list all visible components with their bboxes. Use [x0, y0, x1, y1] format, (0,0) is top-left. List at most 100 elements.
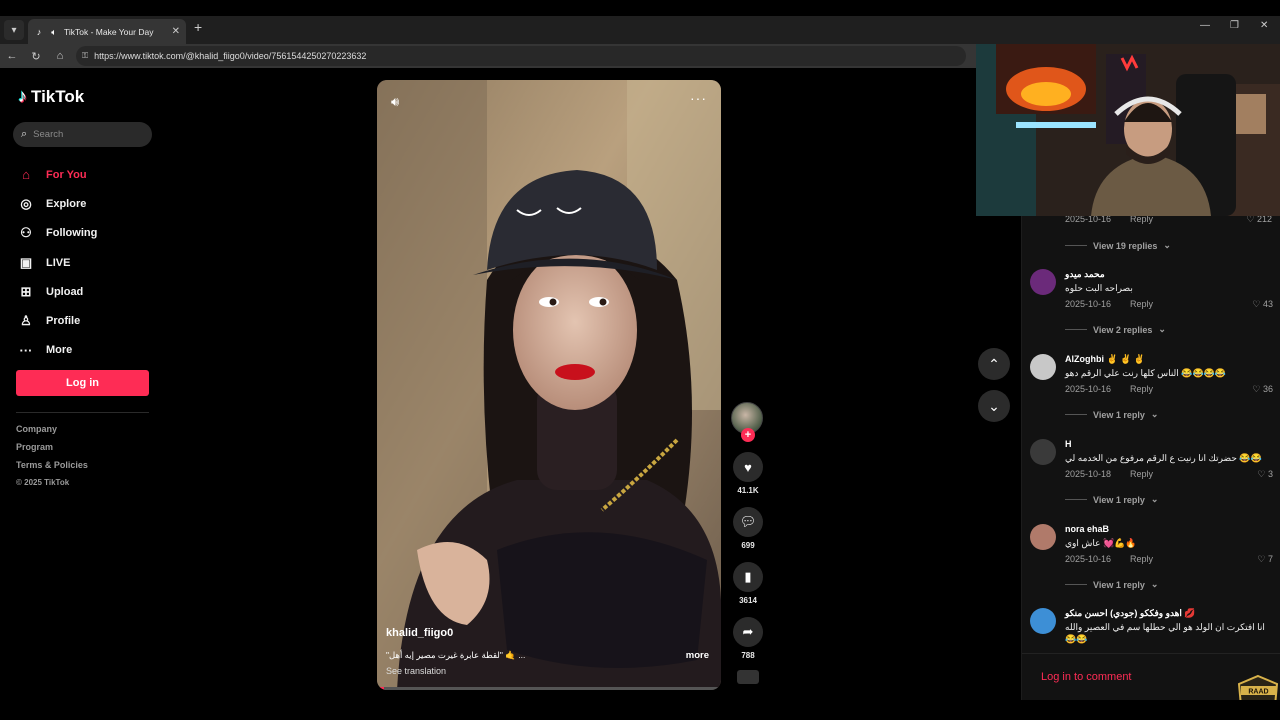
screen: ▾ ♪ 🔈︎ TikTok - Make Your Day ✕ + — ❐ ✕ …: [0, 0, 1280, 720]
url-field[interactable]: ⚿ https://www.tiktok.com/@khalid_fiigo0/…: [76, 46, 966, 66]
speaker-icon[interactable]: 🔈︎: [49, 27, 59, 37]
nav-label: Upload: [46, 285, 84, 298]
comment-text: الناس كلها رنت علي الرقم دهو 😂😂😂😂: [1065, 368, 1227, 378]
heart-icon[interactable]: ♥: [733, 452, 763, 482]
like-action[interactable]: ♥ 41.1K: [731, 452, 765, 495]
nav-item-live[interactable]: ▣ LIVE: [18, 248, 97, 277]
footer-link-company[interactable]: Company: [16, 424, 88, 442]
view-replies-button[interactable]: View 1 reply ⌄: [1065, 579, 1158, 590]
home-icon: ⌂: [22, 167, 30, 183]
chevron-down-icon: ⌄: [1163, 240, 1171, 250]
bookmark-icon[interactable]: ▮: [733, 562, 763, 592]
music-disc-icon[interactable]: [737, 670, 759, 684]
follow-plus-icon[interactable]: +: [741, 428, 755, 442]
comment-date: 2025-10-16: [1065, 299, 1112, 309]
sidebar-divider: [16, 412, 149, 413]
new-tab-button[interactable]: +: [194, 19, 202, 35]
view-replies-button[interactable]: View 1 reply ⌄: [1065, 409, 1158, 420]
view-replies-label: View 19 replies: [1093, 240, 1158, 251]
view-replies-label: View 1 reply: [1093, 494, 1145, 505]
avatar[interactable]: [1030, 354, 1056, 380]
comment-date: 2025-10-18: [1065, 469, 1112, 479]
share-count: 788: [741, 651, 755, 660]
video-player[interactable]: 🔊︎ ··· khalid_fiigo0 "لقطة عابرة غيرت مص…: [377, 80, 721, 690]
reply-button[interactable]: Reply: [1130, 299, 1153, 309]
share-icon[interactable]: ➦: [733, 617, 763, 647]
footer-link-program[interactable]: Program: [16, 442, 88, 460]
chevron-down-icon: ⌄: [1150, 494, 1159, 504]
nav-label: Following: [46, 227, 98, 240]
reply-button[interactable]: Reply: [1130, 469, 1153, 479]
video-frame: [377, 80, 721, 690]
tiktok-note-icon: ♪: [18, 86, 27, 106]
browser-tab[interactable]: ♪ 🔈︎ TikTok - Make Your Day ✕: [28, 19, 186, 44]
like-count: 41.1K: [737, 486, 759, 495]
reload-icon[interactable]: ↻: [24, 50, 48, 63]
avatar[interactable]: [1030, 608, 1056, 634]
comment-author[interactable]: AlZoghbi ✌️ ✌️ ✌️: [1065, 354, 1145, 365]
comment-likes[interactable]: ♡ 36: [1252, 384, 1273, 395]
comment-author[interactable]: محمد ميدو: [1065, 269, 1105, 280]
window-close-icon[interactable]: ✕: [1260, 20, 1268, 31]
chevron-up-icon: ⌃: [988, 355, 1000, 372]
login-button[interactable]: Log in: [16, 370, 149, 396]
previous-video-button[interactable]: ⌃: [978, 348, 1010, 380]
upload-icon: ⊞: [20, 283, 32, 299]
site-info-icon[interactable]: ⚿: [82, 51, 88, 61]
save-action[interactable]: ▮ 3614: [731, 562, 765, 605]
more-icon: ···: [19, 342, 33, 358]
search-input[interactable]: ⌕ Search: [13, 122, 152, 147]
video-author[interactable]: khalid_fiigo0: [386, 627, 453, 639]
avatar[interactable]: [1030, 439, 1056, 465]
footer-link-terms[interactable]: Terms & Policies: [16, 460, 88, 478]
nav-label: More: [46, 344, 73, 357]
video-options-icon[interactable]: ···: [690, 90, 707, 106]
share-action[interactable]: ➦ 788: [731, 617, 765, 660]
avatar[interactable]: [1030, 524, 1056, 550]
tiktok-logo[interactable]: ♪ TikTok: [18, 86, 84, 107]
nav-label: For You: [46, 168, 87, 181]
view-replies-button[interactable]: View 19 replies ⌄: [1065, 240, 1171, 251]
description-more-link[interactable]: more: [686, 650, 709, 661]
view-replies-button[interactable]: View 1 reply ⌄: [1065, 494, 1158, 505]
video-progress-bar[interactable]: [377, 687, 721, 690]
comment-likes[interactable]: ♡ 7: [1257, 554, 1273, 565]
bottom-edge: [0, 700, 1280, 720]
webcam-overlay: [976, 44, 1280, 216]
view-replies-button[interactable]: View 2 replies ⌄: [1065, 324, 1166, 335]
comment-text: حضرتك انا رنيت ع الرقم مرفوع من الخدمه ل…: [1065, 453, 1262, 463]
volume-icon[interactable]: 🔊︎: [391, 94, 399, 110]
comment-icon[interactable]: 💬︎: [733, 507, 763, 537]
restore-icon[interactable]: ❐: [1230, 20, 1239, 31]
nav-item-upload[interactable]: ⊞ Upload: [18, 277, 97, 306]
home-browser-icon[interactable]: ⌂: [48, 50, 72, 62]
nav-item-for-you[interactable]: ⌂ For You: [18, 160, 97, 189]
comment-author[interactable]: اهدو وفككو (جودي) احسن منكو 💋: [1065, 608, 1196, 619]
comment-date: 2025-10-16: [1065, 554, 1112, 564]
comment-action[interactable]: 💬︎ 699: [731, 507, 765, 550]
chevron-down-icon: ⌄: [1158, 324, 1166, 334]
svg-text:RAAD: RAAD: [1248, 689, 1268, 696]
see-translation-link[interactable]: See translation: [386, 666, 446, 676]
comment-likes[interactable]: ♡ 3: [1257, 469, 1273, 480]
nav-item-more[interactable]: ··· More: [18, 336, 97, 365]
reply-button[interactable]: Reply: [1130, 384, 1153, 394]
main-nav: ⌂ For You ◎ Explore ⚇ Following ▣ LIVE ⊞…: [18, 160, 98, 365]
comment-author[interactable]: nora ehaB: [1065, 524, 1109, 534]
reply-button[interactable]: Reply: [1130, 554, 1153, 564]
like-count: 7: [1267, 554, 1273, 564]
comment-likes[interactable]: ♡ 43: [1252, 299, 1273, 310]
nav-item-following[interactable]: ⚇ Following: [18, 219, 97, 248]
tab-list-icon[interactable]: ▾: [4, 20, 24, 40]
login-to-comment-link[interactable]: Log in to comment: [1041, 671, 1132, 683]
back-icon[interactable]: ←: [0, 50, 24, 62]
creator-avatar[interactable]: +: [731, 402, 763, 442]
avatar[interactable]: [1030, 269, 1056, 295]
minimize-icon[interactable]: —: [1200, 20, 1210, 31]
live-icon: ▣: [19, 254, 33, 270]
tab-close-icon[interactable]: ✕: [172, 26, 180, 37]
nav-item-profile[interactable]: ♙ Profile: [18, 306, 97, 335]
comment-author[interactable]: H: [1065, 439, 1072, 449]
next-video-button[interactable]: ⌄: [978, 390, 1010, 422]
nav-item-explore[interactable]: ◎ Explore: [18, 189, 97, 218]
